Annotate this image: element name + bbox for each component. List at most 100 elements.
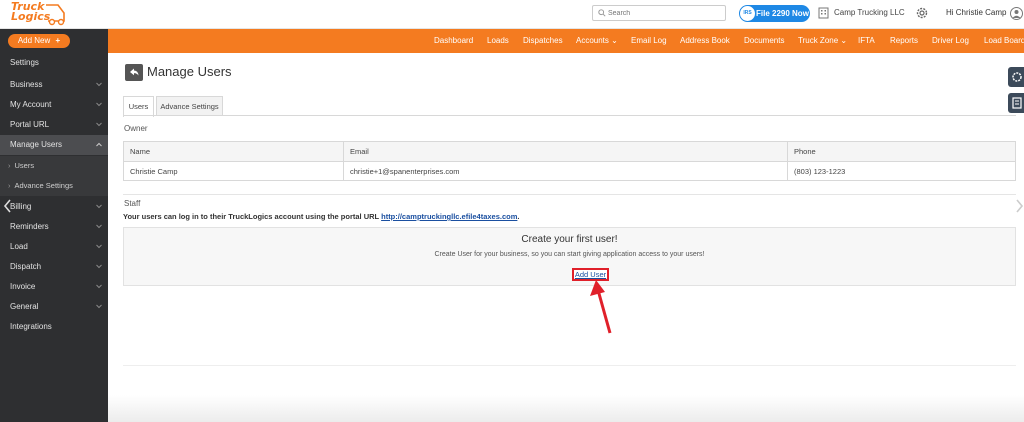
tab-advance-settings[interactable]: Advance Settings [156, 96, 223, 116]
portal-notice-text: Your users can log in to their TruckLogi… [123, 212, 380, 221]
create-user-heading: Create your first user! [521, 234, 618, 245]
table-header-row: Name Email Phone [124, 142, 1015, 162]
sidebar-item-load[interactable]: Load [0, 237, 108, 257]
owner-section-label: Owner [124, 124, 148, 133]
back-arrow-icon [130, 68, 139, 76]
nav-reports[interactable]: Reports [890, 29, 918, 53]
settings-gear-icon[interactable] [915, 6, 929, 20]
tab-divider [123, 115, 1016, 116]
owner-phone-cell: (803) 123-1223 [787, 162, 1015, 181]
avatar[interactable] [1010, 7, 1023, 20]
sidebar-item-reminders[interactable]: Reminders [0, 217, 108, 237]
nav-loads[interactable]: Loads [487, 29, 509, 53]
building-icon [818, 7, 829, 19]
search-box[interactable] [592, 5, 726, 21]
sidebar-item-general[interactable]: General [0, 297, 108, 317]
sidebar-item-settings[interactable]: Settings [0, 53, 108, 73]
file-2290-button[interactable]: IRS File 2290 Now [739, 5, 810, 22]
chevron-down-icon: ⌄ [611, 36, 618, 45]
sidebar-item-invoice[interactable]: Invoice [0, 277, 108, 297]
plus-icon: + [55, 36, 61, 45]
left-sidebar: Add New + Settings Business My Account P… [0, 29, 108, 422]
add-new-button[interactable]: Add New + [8, 34, 70, 48]
trucklogics-logo[interactable]: Truck Logics [8, 1, 65, 26]
chevron-right-icon: › [8, 181, 11, 190]
nav-address-book[interactable]: Address Book [680, 29, 730, 53]
sidebar-item-portal-url[interactable]: Portal URL [0, 115, 108, 135]
sidebar-item-integrations[interactable]: Integrations [0, 317, 108, 337]
nav-dashboard[interactable]: Dashboard [434, 29, 473, 53]
sidebar-item-label: Billing [10, 202, 32, 211]
owner-name-cell: Christie Camp [130, 167, 178, 176]
sidebar-item-label: Advance Settings [14, 181, 73, 190]
sidebar-item-manage-users[interactable]: Manage Users [0, 135, 108, 155]
sidebar-subitem-advance-settings[interactable]: › Advance Settings [0, 176, 108, 196]
side-notes-widget[interactable] [1008, 93, 1024, 113]
nav-accounts-label: Accounts [576, 36, 609, 45]
nav-dispatches[interactable]: Dispatches [523, 29, 563, 53]
company-switcher[interactable]: Camp Trucking LLC [818, 6, 905, 20]
sidebar-item-label: Users [14, 161, 35, 170]
chevron-up-icon [96, 142, 102, 147]
sidebar-item-label: Reminders [10, 222, 49, 231]
nav-documents[interactable]: Documents [744, 29, 784, 53]
side-settings-widget[interactable] [1008, 67, 1024, 87]
sidebar-item-label: Business [10, 80, 43, 89]
tab-users[interactable]: Users [123, 96, 154, 117]
sidebar-item-label: Integrations [10, 322, 52, 331]
sidebar-item-business[interactable]: Business [0, 75, 108, 95]
sidebar-item-dispatch[interactable]: Dispatch [0, 257, 108, 277]
nav-ifta[interactable]: IFTA [858, 29, 875, 53]
chevron-down-icon [96, 264, 102, 269]
sidebar-item-label: Load [10, 242, 28, 251]
collapse-sidebar-chevron-icon[interactable] [3, 199, 12, 213]
column-header-phone: Phone [787, 142, 1015, 161]
create-user-description: Create User for your business, so you ca… [434, 251, 705, 258]
sidebar-item-label: My Account [10, 100, 52, 109]
sidebar-item-billing[interactable]: Billing [0, 197, 108, 217]
sidebar-item-label: Portal URL [10, 120, 50, 129]
sidebar-item-label: Settings [10, 58, 39, 67]
footer-shade [108, 395, 1024, 422]
owner-email-cell: christie+1@spanenterprises.com [343, 162, 787, 181]
main-nav: Dashboard Loads Dispatches Accounts ⌄ Em… [108, 29, 1024, 53]
expand-panel-chevron-icon[interactable] [1015, 199, 1024, 213]
nav-driver-log[interactable]: Driver Log [932, 29, 969, 53]
chevron-down-icon [96, 244, 102, 249]
irs-badge-icon: IRS [740, 6, 755, 21]
sidebar-item-label: Invoice [10, 282, 36, 291]
chevron-down-icon [96, 284, 102, 289]
column-header-name: Name [130, 147, 151, 156]
owner-table: Name Email Phone Christie Camp christie+… [123, 141, 1016, 181]
sidebar-item-label: Dispatch [10, 262, 42, 271]
chevron-down-icon [96, 102, 102, 107]
annotation-arrow-icon [590, 280, 612, 334]
nav-truck-zone[interactable]: Truck Zone ⌄ [798, 29, 847, 53]
tab-label: Advance Settings [160, 102, 219, 111]
portal-url-link[interactable]: http://camptruckingllc.efile4taxes.com [381, 212, 517, 221]
chevron-down-icon [96, 304, 102, 309]
nav-load-board[interactable]: Load Board [984, 29, 1024, 53]
sidebar-item-my-account[interactable]: My Account [0, 95, 108, 115]
file-2290-label: File 2290 Now [756, 9, 809, 18]
sidebar-item-label: General [10, 302, 39, 311]
sidebar-subitem-users[interactable]: › Users [0, 156, 108, 176]
sidebar-item-label: Manage Users [10, 140, 63, 149]
page-title: Manage Users [147, 64, 232, 79]
create-user-panel: Create your first user! Create User for … [123, 227, 1016, 286]
main-content: Manage Users Users Advance Settings Owne… [108, 53, 1024, 422]
nav-accounts[interactable]: Accounts ⌄ [576, 29, 618, 53]
portal-notice-suffix: . [517, 212, 520, 221]
chevron-down-icon: ⌄ [840, 36, 848, 45]
content-divider [123, 365, 1016, 366]
truck-outline-icon [46, 4, 65, 26]
add-new-label: Add New [17, 36, 51, 45]
nav-email-log[interactable]: Email Log [631, 29, 667, 53]
user-greeting[interactable]: Hi Christie Camp [946, 8, 1006, 17]
document-icon [1012, 97, 1022, 109]
top-header: Truck Logics IRS File 2290 Now Camp Truc… [0, 0, 1024, 29]
chevron-right-icon: › [8, 161, 11, 170]
search-input[interactable] [608, 7, 723, 19]
back-button[interactable] [125, 64, 143, 81]
user-icon [1012, 10, 1021, 18]
